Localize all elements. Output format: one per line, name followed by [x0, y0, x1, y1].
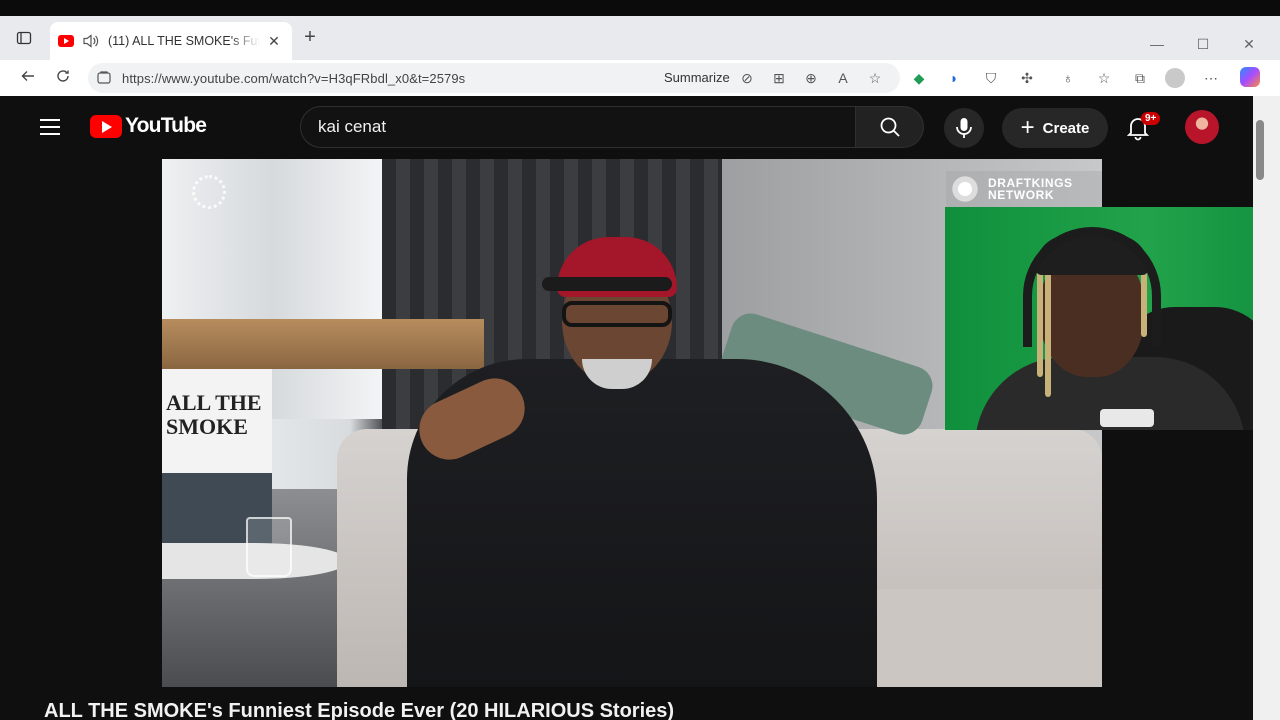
shield-extension-icon[interactable]: ⛉: [982, 69, 1000, 87]
watermark-text: DRAFTKINGS NETWORK: [988, 176, 1073, 202]
draftkings-logo-icon: [948, 174, 982, 204]
notification-badge: 9+: [1141, 112, 1161, 125]
webcam-overlay: [945, 207, 1280, 430]
close-tab-icon[interactable]: ✕: [266, 33, 282, 50]
account-avatar[interactable]: [1185, 110, 1219, 144]
menu-icon[interactable]: [40, 119, 60, 135]
back-icon[interactable]: [18, 68, 38, 88]
extensions-icon[interactable]: ✣: [1018, 69, 1036, 87]
more-menu-icon[interactable]: ⋯: [1202, 69, 1220, 87]
channel-watermark: DRAFTKINGS NETWORK: [946, 171, 1102, 207]
page-scrollbar[interactable]: [1253, 96, 1280, 720]
copilot-icon[interactable]: [1240, 67, 1260, 87]
browser-tab-active[interactable]: (11) ALL THE SMOKE's Funniest Episode Ev…: [50, 22, 292, 60]
site-info-icon[interactable]: [96, 70, 112, 86]
security-extension-icon[interactable]: ◆: [910, 69, 928, 87]
search-icon: [880, 117, 900, 137]
webcam-device: [1100, 409, 1154, 427]
video-scene-glasses: [562, 301, 672, 327]
create-label: Create: [1042, 119, 1090, 137]
loading-spinner-icon: [192, 175, 226, 209]
video-title: ALL THE SMOKE's Funniest Episode Ever (2…: [44, 700, 675, 720]
address-bar[interactable]: https://www.youtube.com/watch?v=H3qFRbdl…: [88, 63, 900, 93]
summarize-button[interactable]: Summarize: [664, 70, 730, 85]
tab-title: (11) ALL THE SMOKE's Funniest Episode Ev…: [108, 34, 260, 48]
refresh-icon[interactable]: [53, 68, 73, 88]
microphone-icon: [956, 118, 972, 138]
maximize-icon[interactable]: ☐: [1193, 36, 1213, 53]
search-button[interactable]: [856, 106, 924, 148]
collections-icon[interactable]: ⧉: [1131, 69, 1149, 87]
browser-toolbar: https://www.youtube.com/watch?v=H3qFRbdl…: [0, 60, 1280, 96]
youtube-play-icon: [90, 114, 122, 138]
speaker-icon[interactable]: [82, 33, 100, 49]
youtube-logo-text: YouTube: [125, 114, 207, 137]
audio-extension-icon[interactable]: ◗: [945, 69, 963, 87]
top-bezel: [0, 0, 1280, 16]
scrollbar-thumb[interactable]: [1256, 120, 1264, 180]
copilot-summarize-icon[interactable]: ⊘: [738, 69, 756, 87]
search-input[interactable]: kai cenat: [300, 106, 856, 148]
create-button[interactable]: + Create: [1002, 108, 1108, 148]
voice-search-button[interactable]: [944, 108, 984, 148]
browser-essentials-icon[interactable]: ♁: [1059, 69, 1077, 87]
tab-actions-icon[interactable]: [14, 28, 34, 48]
plus-icon: +: [1020, 114, 1035, 141]
book-cover-text: ALL THE SMOKE: [166, 390, 262, 439]
search-query: kai cenat: [318, 117, 387, 136]
video-scene-table: [162, 319, 484, 369]
url-text: https://www.youtube.com/watch?v=H3qFRbdl…: [122, 70, 466, 86]
minimize-icon[interactable]: —: [1147, 36, 1167, 52]
favorite-star-icon[interactable]: ☆: [866, 69, 884, 87]
favorites-icon[interactable]: ☆: [1095, 69, 1113, 87]
video-scene-glass: [246, 517, 292, 577]
read-aloud-icon[interactable]: A: [834, 69, 852, 87]
youtube-logo[interactable]: YouTube: [90, 114, 207, 138]
split-screen-icon[interactable]: ⊞: [770, 69, 788, 87]
video-scene-cap-brim: [542, 277, 672, 291]
browser-tab-bar: (11) ALL THE SMOKE's Funniest Episode Ev…: [0, 16, 1280, 60]
youtube-favicon-icon: [58, 35, 74, 47]
profile-avatar-icon[interactable]: [1165, 68, 1185, 88]
new-tab-button[interactable]: +: [300, 27, 320, 48]
close-window-icon[interactable]: ✕: [1239, 36, 1259, 53]
zoom-icon[interactable]: ⊕: [802, 69, 820, 87]
screen: (11) ALL THE SMOKE's Funniest Episode Ev…: [0, 0, 1280, 720]
